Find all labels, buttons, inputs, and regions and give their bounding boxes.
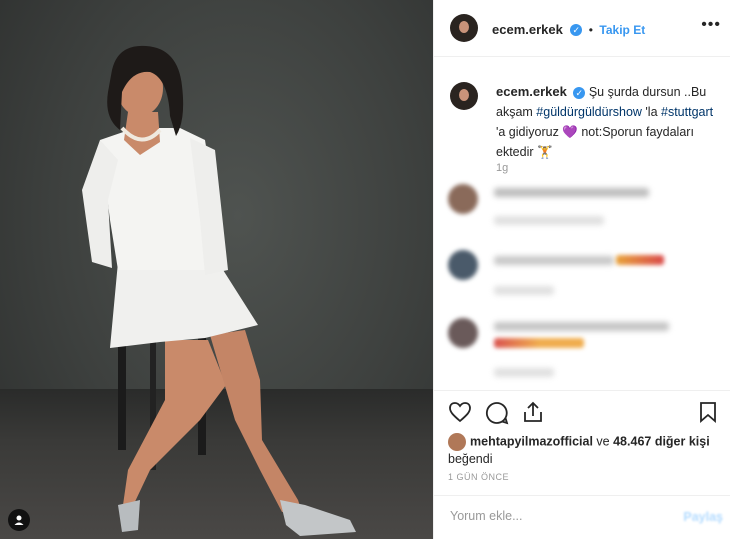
liker-avatar	[448, 433, 466, 451]
caption-time: 1g	[496, 162, 509, 174]
likes-suffix: beğendi	[448, 452, 493, 466]
action-bar	[434, 390, 730, 431]
header-user-line: ecem.erkek ✓ • Takip Et	[492, 22, 646, 37]
caption-text: 'la	[641, 105, 661, 119]
follow-button[interactable]: Takip Et	[599, 23, 645, 37]
likes-count-link[interactable]: 48.467 diğer kişi	[613, 434, 710, 448]
verified-icon: ✓	[573, 86, 586, 99]
share-icon[interactable]	[522, 400, 544, 424]
bookmark-icon[interactable]	[699, 401, 717, 423]
liker-username[interactable]: mehtapyilmazofficial	[470, 434, 593, 448]
caption-avatar[interactable]	[450, 82, 478, 110]
blurred-comment	[448, 184, 718, 244]
author-avatar[interactable]	[450, 14, 478, 42]
blurred-comment	[448, 250, 718, 310]
comment-icon[interactable]	[485, 401, 509, 425]
caption-username[interactable]: ecem.erkek	[496, 84, 567, 99]
blurred-comment	[448, 318, 718, 378]
post-comment-button[interactable]: Paylaş	[683, 510, 723, 524]
verified-icon: ✓	[570, 23, 583, 36]
heart-icon[interactable]	[448, 401, 472, 423]
hashtag-link[interactable]: #güldürgüldürshow	[536, 105, 642, 119]
post-photo[interactable]	[0, 0, 433, 539]
post-caption: ecem.erkek ✓ Şu şurda dursun ..Bu akşam …	[496, 82, 716, 162]
post-panel: ecem.erkek ✓ • Takip Et ••• ecem.erkek ✓…	[433, 0, 730, 539]
woman-figure	[82, 45, 356, 536]
hashtag-link[interactable]: #stuttgart	[661, 105, 713, 119]
more-options-icon[interactable]: •••	[701, 16, 721, 34]
comment-box: Paylaş	[434, 495, 730, 540]
person-icon	[14, 515, 24, 525]
author-username[interactable]: ecem.erkek	[492, 22, 563, 37]
post-timestamp: 1 GÜN ÖNCE	[448, 472, 510, 482]
user-tag-button[interactable]	[8, 509, 30, 531]
post-header: ecem.erkek ✓ • Takip Et •••	[434, 0, 730, 57]
caption-text: 'a gidiyoruz 💜 not:Sporun faydaları ekte…	[496, 125, 694, 159]
comment-input[interactable]	[448, 508, 672, 524]
likes-summary: mehtapyilmazofficial ve 48.467 diğer kiş…	[448, 433, 710, 466]
